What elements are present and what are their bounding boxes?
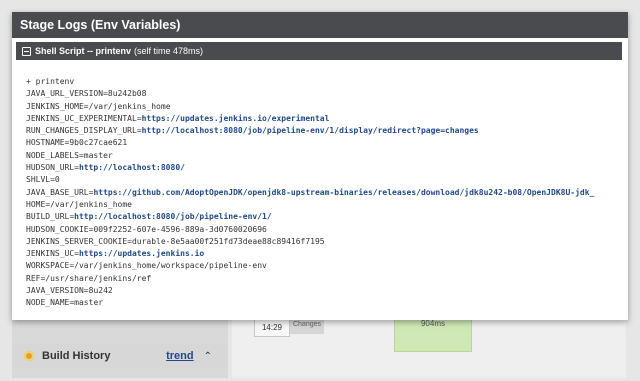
env-var-name: SHLVL= [26,175,55,185]
step-log-header[interactable]: Shell Script -- printenv (self time 478m… [16,42,622,60]
log-line: JENKINS_HOME=/var/jenkins_home [26,101,622,113]
env-var-name: HOME= [26,199,51,209]
env-var-name: HOSTNAME= [26,138,70,148]
log-line: NODE_LABELS=master [26,150,622,162]
env-var-name: JENKINS_UC_EXPERIMENTAL= [26,113,142,123]
log-line: JAVA_VERSION=8u242 [26,285,622,297]
build-history-icon [24,351,34,361]
log-line: SHLVL=0 [26,174,622,186]
log-line: WORKSPACE=/var/jenkins_home/workspace/pi… [26,260,622,272]
env-var-link[interactable]: http://localhost:8080/job/pipeline-env/1… [74,212,271,221]
log-line: JAVA_BASE_URL=https://github.com/AdoptOp… [26,187,622,199]
collapse-icon[interactable] [22,46,31,56]
env-var-name: HUDSON_COOKIE= [26,224,94,234]
env-var-link[interactable]: http://localhost:8080/job/pipeline-env/1… [142,126,479,135]
env-var-value: durable-8e5aa00f251fd73deae88c89416f7195 [131,236,325,246]
env-var-name: HUDSON_URL= [26,163,79,173]
env-var-value: 0 [54,175,60,185]
stage-logs-modal: Stage Logs (Env Variables) Shell Script … [12,12,628,320]
log-line: HOME=/var/jenkins_home [26,199,622,211]
log-line: + printenv [26,76,622,88]
env-var-value: 8u242b08 [107,89,147,99]
log-line: HOSTNAME=9b0c27cae621 [26,137,622,149]
env-var-name: JENKINS_SERVER_COOKIE= [26,236,132,246]
env-var-value: /var/jenkins_home [50,199,132,209]
env-var-link[interactable]: https://updates.jenkins.io [79,249,204,258]
log-line: RUN_CHANGES_DISPLAY_URL=http://localhost… [26,125,622,137]
log-line: JENKINS_UC=https://updates.jenkins.io [26,248,622,260]
stage-duration-text: 904ms [420,319,445,328]
step-name: Shell Script -- printenv [35,46,132,56]
env-var-link[interactable]: http://localhost:8080/ [79,163,185,172]
log-line: BUILD_URL=http://localhost:8080/job/pipe… [26,211,622,223]
env-var-name: WORKSPACE= [26,261,75,271]
env-var-name: NODE_NAME= [26,298,75,308]
env-var-value: master [74,298,104,308]
env-var-name: JAVA_VERSION= [26,286,89,296]
env-var-value: 8u242 [88,286,113,296]
log-text: + printenv [26,77,75,86]
modal-title: Stage Logs (Env Variables) [12,12,628,38]
env-var-name: REF= [26,273,46,283]
env-var-name: JAVA_URL_VERSION= [26,89,108,99]
chevron-up-icon[interactable]: ⌃ [204,351,212,362]
log-line: HUDSON_URL=http://localhost:8080/ [26,162,622,174]
build-history-title: Build History [42,350,111,362]
log-line: JENKINS_SERVER_COOKIE=durable-8e5aa00f25… [26,236,622,248]
env-var-name: RUN_CHANGES_DISPLAY_URL= [26,126,142,136]
log-line: NODE_NAME=master [26,297,622,309]
env-var-name: JAVA_BASE_URL= [26,187,94,197]
build-history-widget[interactable]: Build History trend ⌃ [12,344,228,368]
env-var-link[interactable]: https://updates.jenkins.io/experimental [142,114,330,123]
log-line: HUDSON_COOKIE=009f2252-607e-4596-889a-3d… [26,224,622,236]
env-var-value: master [83,150,113,160]
env-var-value: 009f2252-607e-4596-889a-3d0760020696 [93,224,267,234]
env-var-value: /var/jenkins_home/workspace/pipeline-env [74,261,267,271]
trend-link[interactable]: trend [166,350,194,362]
env-var-name: NODE_LABELS= [26,150,84,160]
step-self-time: (self time 478ms) [134,46,204,56]
stage-duration-cell[interactable]: 904ms [394,318,472,352]
log-line: JENKINS_UC_EXPERIMENTAL=https://updates.… [26,113,622,125]
env-var-value: /var/jenkins_home [88,101,171,111]
env-var-name: JENKINS_UC= [26,249,79,259]
env-var-value: 9b0c27cae621 [69,138,128,148]
console-log-output: + printenv JAVA_URL_VERSION=8u242b08 JENKI… [26,76,622,316]
env-var-value: /usr/share/jenkins/ref [45,273,152,283]
changes-cell[interactable]: Changes [290,318,324,334]
build-time-cell[interactable]: 14:29 [254,320,290,337]
env-var-name: BUILD_URL= [26,212,75,222]
log-line: REF=/usr/share/jenkins/ref [26,273,622,285]
env-var-name: JENKINS_HOME= [26,101,89,111]
log-line: JAVA_URL_VERSION=8u242b08 [26,88,622,100]
env-var-link[interactable]: https://github.com/AdoptOpenJDK/openjdk8… [93,188,594,197]
